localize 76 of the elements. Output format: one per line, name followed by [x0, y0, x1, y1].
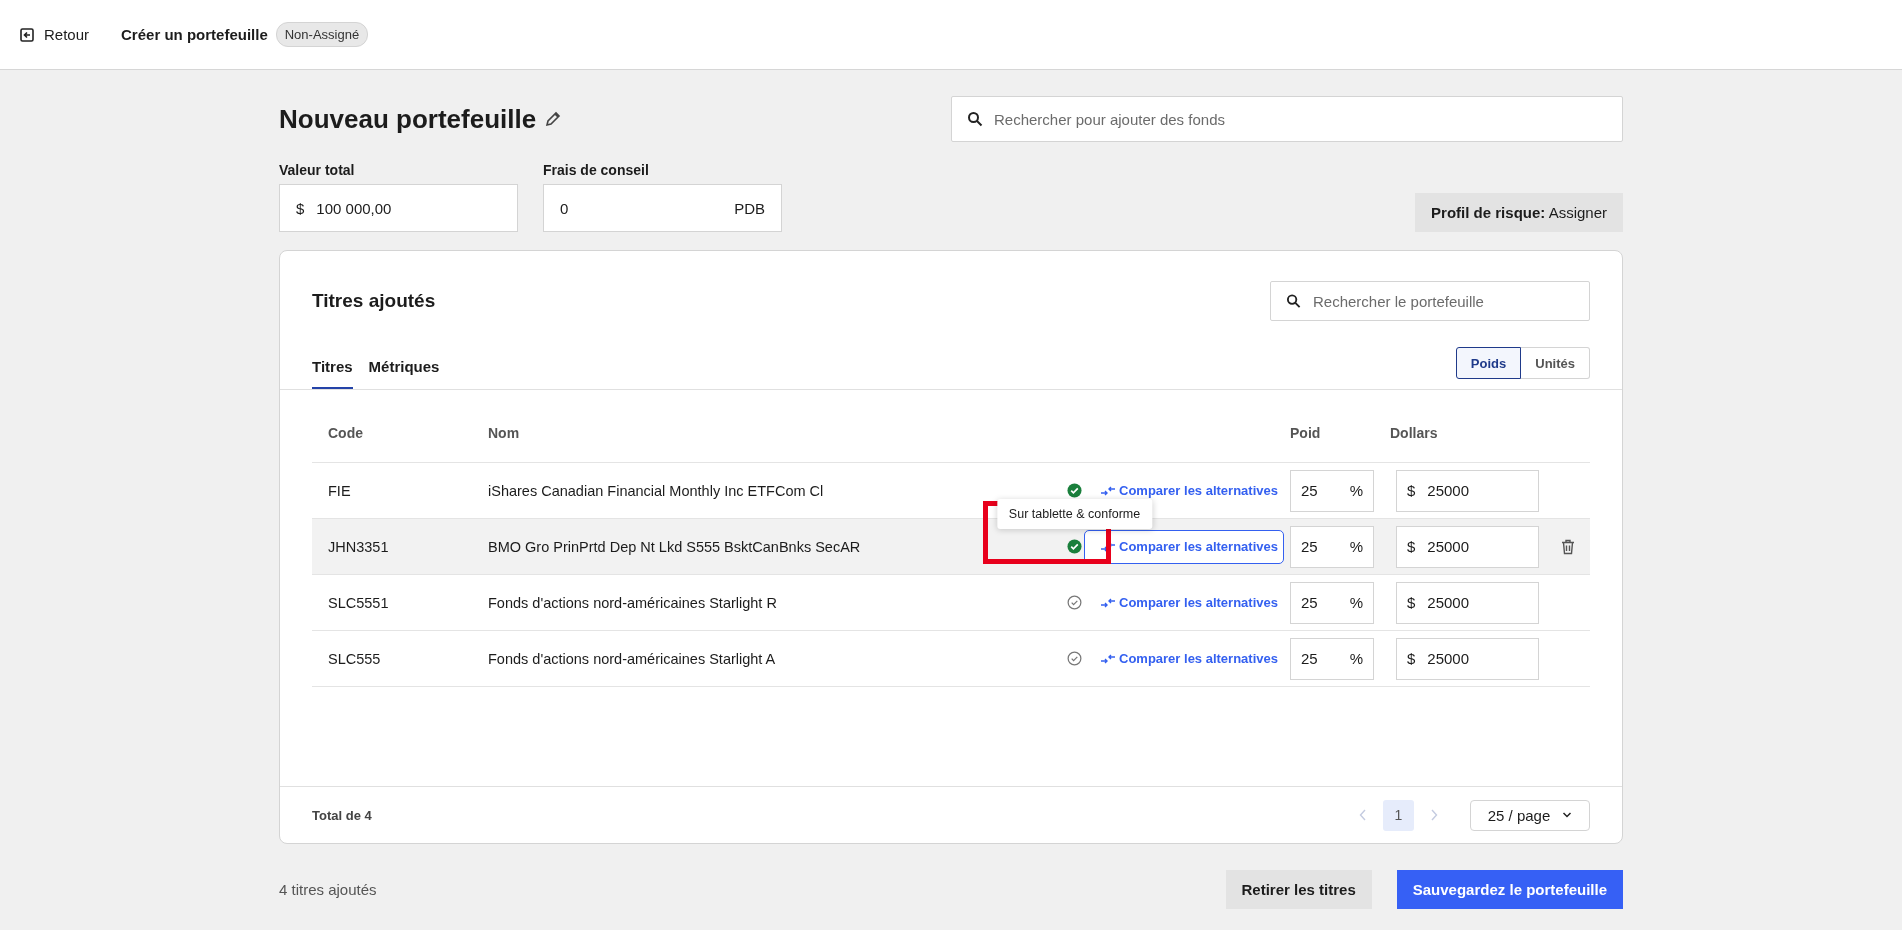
tab[interactable]: Métriques: [368, 358, 440, 389]
back-button[interactable]: Retour: [20, 26, 90, 43]
compare-link[interactable]: Comparer les alternatives: [1084, 585, 1284, 620]
tooltip: Sur tablette & conforme: [996, 499, 1153, 529]
chevron-down-icon: [1562, 812, 1573, 818]
table-cell-text: FIE: [327, 482, 352, 499]
column-header: Dollars: [1390, 425, 1439, 441]
total-count: Total de 4: [312, 807, 372, 823]
unit-label: %: [1349, 650, 1363, 667]
swap-arrows-icon: [1101, 485, 1115, 496]
currency-symbol: $: [1407, 650, 1416, 667]
field-value: 25000: [1427, 538, 1470, 555]
field-value: 0: [560, 199, 570, 217]
currency-symbol: $: [1407, 538, 1416, 555]
portfolio-title: Nouveau portefeuille: [279, 103, 537, 135]
input-field[interactable]: $ 100 000,00: [279, 184, 518, 232]
input-field[interactable]: 25 %: [1290, 581, 1374, 624]
field-label: Frais de conseil: [543, 162, 650, 178]
trash-icon[interactable]: [1561, 538, 1575, 555]
table-cell-text: JHN3351: [327, 538, 390, 555]
input-field[interactable]: 0 PDB: [543, 184, 782, 232]
field-label: Valeur total: [279, 162, 356, 178]
table-cell-text: iShares Canadian Financial Monthly Inc ETFCom Cl: [488, 482, 825, 499]
currency-symbol: $: [296, 199, 305, 217]
field-value: 100 000,00: [316, 199, 393, 217]
compare-link[interactable]: Comparer les alternatives: [1084, 641, 1284, 676]
search-field[interactable]: Rechercher pour ajouter des fonds: [951, 96, 1623, 142]
swap-arrows-icon: [1101, 597, 1115, 608]
input-field[interactable]: 25 %: [1290, 469, 1374, 512]
status-badge: Non-Assigné: [275, 22, 369, 47]
table-cell-text: Fonds d'actions nord-américaines Starlight R: [488, 594, 778, 611]
pencil-icon[interactable]: [544, 110, 563, 128]
field-value: 25000: [1427, 650, 1470, 667]
field-value: 25: [1301, 650, 1318, 667]
field-value: 25000: [1427, 594, 1470, 611]
swap-arrows-icon: [1101, 541, 1115, 552]
toggle-option[interactable]: Unités: [1521, 347, 1590, 379]
table-cell-text: Fonds d'actions nord-américaines Starlight A: [488, 650, 777, 667]
page-button[interactable]: 1: [1383, 799, 1414, 831]
exit-icon: [20, 27, 34, 42]
table-row[interactable]: SLC5551 Fonds d'actions nord-américaines Starlight R Comparer les alternatives 25 % $ 25000: [312, 575, 1590, 631]
field-value: 25: [1301, 482, 1318, 499]
page-title: Créer un portefeuille: [121, 26, 268, 43]
input-field[interactable]: $ 25000: [1396, 637, 1539, 680]
selection-count: 4 titres ajoutés: [279, 881, 377, 898]
table-row[interactable]: SLC555 Fonds d'actions nord-américaines Starlight A Comparer les alternatives 25 % $ 25000: [312, 631, 1590, 687]
risk-profile-button[interactable]: Profil de risque: Assigner: [1415, 193, 1623, 232]
compare-link[interactable]: Comparer les alternatives: [1084, 529, 1284, 564]
currency-symbol: $: [1407, 482, 1416, 499]
search-field[interactable]: Rechercher le portefeuille: [1270, 281, 1590, 321]
field-value: 25000: [1427, 482, 1470, 499]
tab[interactable]: Titres: [312, 358, 353, 389]
column-header: Code: [327, 425, 364, 441]
currency-symbol: $: [1407, 594, 1416, 611]
page-size-select[interactable]: 25 / page: [1470, 799, 1590, 831]
remove-button[interactable]: Retirer les titres: [1225, 870, 1372, 909]
table-cell-text: SLC5551: [327, 594, 390, 611]
table-cell-text: SLC555: [327, 650, 382, 667]
input-field[interactable]: $ 25000: [1396, 525, 1539, 568]
field-value: 25: [1301, 594, 1318, 611]
input-field[interactable]: $ 25000: [1396, 581, 1539, 624]
save-button[interactable]: Sauvegardez le portefeuille: [1396, 870, 1623, 909]
field-value: 25: [1301, 538, 1318, 555]
column-header: Nom: [488, 425, 521, 441]
input-field[interactable]: 25 %: [1290, 525, 1374, 568]
swap-arrows-icon: [1101, 653, 1115, 664]
input-field[interactable]: 25 %: [1290, 637, 1374, 680]
column-header: Poid: [1289, 425, 1322, 441]
unit-label: PDB: [734, 199, 765, 217]
table-cell-text: BMO Gro PrinPrtd Dep Nt Lkd S555 BsktCanBnks SecAR: [488, 538, 862, 555]
card-title: Titres ajoutés: [312, 290, 436, 312]
toggle-option[interactable]: Poids: [1455, 347, 1522, 379]
input-field[interactable]: $ 25000: [1396, 469, 1539, 512]
unit-label: %: [1349, 482, 1363, 499]
unit-label: %: [1349, 594, 1363, 611]
unit-label: %: [1349, 538, 1363, 555]
